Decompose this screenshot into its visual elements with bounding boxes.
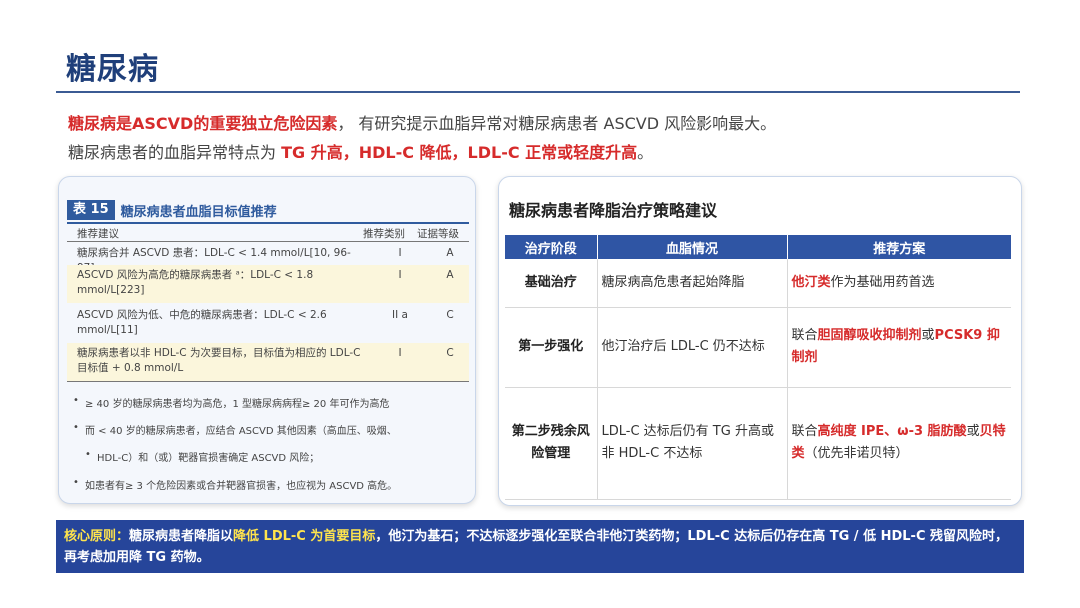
plan-part: 或	[921, 328, 935, 343]
table15-bottom-rule	[67, 381, 469, 382]
strategy-lipid: 他汀治疗后 LDL-C 仍不达标	[597, 307, 788, 388]
intro-highlight-2: TG 升高，HDL-C 降低，LDL-C 正常或轻度升高	[281, 143, 638, 162]
table15-header-recommendation: 推荐建议	[77, 228, 119, 240]
table15-row-level: C	[446, 309, 454, 321]
intro-line-1: 糖尿病是ASCVD的重要独立危险因素， 有研究提示血脂异常对糖尿病患者 ASCV…	[68, 110, 776, 134]
plan-part: 联合	[791, 328, 818, 343]
strategy-lipid: LDL-C 达标后仍有 TG 升高或非 HDL-C 不达标	[597, 387, 788, 500]
table15-note: 而 < 40 岁的糖尿病患者，应结合 ASCVD 其他因素（高血压、吸烟、	[73, 422, 397, 437]
page-title: 糖尿病	[66, 52, 159, 87]
banner-highlight: 降低 LDL-C 为首要目标	[233, 529, 376, 544]
strategy-row: 第一步强化 他汀治疗后 LDL-C 仍不达标 联合胆固醇吸收抑制剂或PCSK9 …	[505, 307, 1011, 388]
intro-prefix-2: 糖尿病患者的血脂异常特点为	[68, 143, 282, 162]
plan-part: 胆固醇吸收抑制剂	[817, 328, 922, 343]
plan-part: 或	[966, 424, 980, 439]
table15-note: 如患者有≥ 3 个危险因素或合并靶器官损害，也应视为 ASCVD 高危。	[73, 477, 397, 492]
strategy-row: 第二步残余风险管理 LDL-C 达标后仍有 TG 升高或非 HDL-C 不达标 …	[505, 387, 1011, 500]
table15-note-continued: HDL-C）和（或）靶器官损害确定 ASCVD 风险；	[85, 449, 319, 464]
banner-label: 核心原则：	[64, 529, 130, 544]
plan-part: 高纯度 IPE、ω-3 脂肪酸	[817, 424, 967, 439]
table15-row: ASCVD 风险为高危的糖尿病患者 ᵃ：LDL-C < 1.8 mmol/L[2…	[67, 265, 469, 303]
intro-suffix-2: 。	[637, 143, 654, 162]
table15-row-level: C	[446, 347, 454, 359]
table15-note: ≥ 40 岁的糖尿病患者均为高危，1 型糖尿病病程≥ 20 年可作为高危	[73, 395, 389, 410]
strategy-title: 糖尿病患者降脂治疗策略建议	[509, 201, 718, 220]
table15-row-class: I	[398, 347, 402, 359]
table15-row-class: I	[398, 269, 402, 281]
table15-row-class: II a	[392, 309, 408, 321]
table15-header-class: 推荐类别	[363, 228, 405, 240]
table15-number: 表 15	[67, 200, 115, 220]
plan-part: （优先非诺贝特）	[804, 446, 909, 461]
table15-heading: 表 15 糖尿病患者血脂目标值推荐	[67, 199, 277, 221]
table15-row-text: 糖尿病患者以非 HDL-C 为次要目标，目标值为相应的 LDL-C 目标值 + …	[77, 347, 361, 374]
intro-highlight-1: 糖尿病是ASCVD的重要独立危险因素	[68, 114, 338, 133]
table15-row-text: ASCVD 风险为低、中危的糖尿病患者：LDL-C < 2.6 mmol/L[1…	[77, 309, 327, 336]
table15-row: 糖尿病合并 ASCVD 患者：LDL-C < 1.4 mmol/L[10, 96…	[67, 243, 469, 274]
plan-part: 联合	[791, 424, 818, 439]
table15-row-level: A	[446, 247, 454, 259]
strategy-table: 治疗阶段 血脂情况 推荐方案 基础治疗 糖尿病高危患者起始降脂 他汀类作为基础用…	[505, 235, 1011, 500]
plan-part: 他汀类	[791, 274, 831, 290]
strategy-header-stage: 治疗阶段	[505, 235, 598, 259]
strategy-plan: 联合高纯度 IPE、ω-3 脂肪酸或贝特类（优先非诺贝特）	[787, 387, 1011, 500]
table15-title: 糖尿病患者血脂目标值推荐	[120, 204, 277, 220]
strategy-plan: 联合胆固醇吸收抑制剂或PCSK9 抑制剂	[787, 307, 1011, 388]
table15-row-class: I	[398, 247, 402, 259]
table15-row-level: A	[446, 269, 454, 281]
strategy-header-row: 治疗阶段 血脂情况 推荐方案	[505, 235, 1011, 259]
intro-text-1: ， 有研究提示血脂异常对糖尿病患者 ASCVD 风险影响最大。	[337, 114, 777, 133]
strategy-stage: 第一步强化	[505, 307, 598, 388]
intro-line-2: 糖尿病患者的血脂异常特点为 TG 升高，HDL-C 降低，LDL-C 正常或轻度…	[68, 139, 653, 163]
title-divider	[56, 91, 1020, 93]
core-principle-banner: 核心原则：糖尿病患者降脂以降低 LDL-C 为首要目标，他汀为基石；不达标逐步强…	[56, 520, 1024, 573]
strategy-card: 糖尿病患者降脂治疗策略建议 治疗阶段 血脂情况 推荐方案 基础治疗 糖尿病高危患…	[498, 176, 1022, 506]
table15-row: 糖尿病患者以非 HDL-C 为次要目标，目标值为相应的 LDL-C 目标值 + …	[67, 343, 469, 381]
table15-row: ASCVD 风险为低、中危的糖尿病患者：LDL-C < 2.6 mmol/L[1…	[67, 305, 469, 343]
table15-row-text: ASCVD 风险为高危的糖尿病患者 ᵃ：LDL-C < 1.8 mmol/L[2…	[77, 269, 314, 296]
banner-text-1: 糖尿病患者降脂以	[129, 529, 234, 544]
plan-part: 作为基础用药首选	[830, 274, 935, 290]
strategy-header-plan: 推荐方案	[787, 235, 1011, 259]
strategy-row: 基础治疗 糖尿病高危患者起始降脂 他汀类作为基础用药首选	[505, 259, 1011, 308]
table15-top-rule	[67, 222, 469, 224]
strategy-stage: 第二步残余风险管理	[505, 387, 598, 500]
table15-header-level: 证据等级	[417, 228, 459, 240]
strategy-stage: 基础治疗	[505, 259, 598, 308]
table15-card: 表 15 糖尿病患者血脂目标值推荐 推荐建议 推荐类别 证据等级 糖尿病合并 A…	[58, 176, 476, 504]
strategy-lipid: 糖尿病高危患者起始降脂	[597, 259, 788, 308]
table15-header-rule	[67, 241, 469, 242]
strategy-header-lipid: 血脂情况	[597, 235, 788, 259]
strategy-plan: 他汀类作为基础用药首选	[787, 259, 1011, 308]
